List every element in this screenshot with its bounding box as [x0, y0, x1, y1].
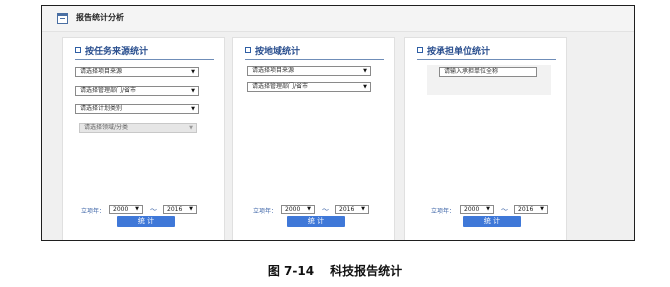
dropdown-arrow-icon: ▼ [363, 84, 367, 90]
calendar-icon [57, 13, 68, 24]
year-to-select[interactable]: 2016 ▼ [335, 205, 369, 214]
select-value: 2016 [167, 206, 183, 213]
year-label: 立项年： [253, 208, 278, 215]
dropdown-arrow-icon: ▼ [189, 206, 193, 212]
project-source-select[interactable]: 请选择项目来源 ▼ [75, 67, 199, 77]
dropdown-arrow-icon: ▼ [191, 69, 195, 75]
management-dept-select[interactable]: 请选择管理部门/省市 ▼ [75, 86, 199, 96]
dropdown-arrow-icon: ▼ [307, 206, 311, 212]
checkbox-square-icon [245, 47, 251, 53]
panel-by-region: 按地域统计 请选择项目来源 ▼ 请选择管理部门/省市 ▼ 立项年： 2000 ▼… [232, 37, 395, 240]
range-tilde: ～ [501, 206, 508, 214]
statistics-button[interactable]: 统 计 [287, 216, 345, 227]
dropdown-arrow-icon: ▼ [191, 88, 195, 94]
select-value: 请选择项目来源 [252, 67, 295, 74]
dropdown-arrow-icon: ▼ [191, 106, 195, 112]
select-value: 2000 [113, 206, 129, 213]
window-titlebar: 报告统计分析 [42, 6, 634, 32]
year-to-select[interactable]: 2016 ▼ [514, 205, 548, 214]
panel-by-task-source: 按任务来源统计 请选择项目来源 ▼ 请选择管理部门/省市 ▼ 请选择计划类别 ▼… [62, 37, 225, 240]
panel-by-undertaking-unit: 按承担单位统计 请输入承担单位全称 立项年： 2000 ▼ ～ 2016 ▼ 统… [404, 37, 567, 240]
figure-title: 科技报告统计 [330, 264, 403, 278]
year-label: 立项年： [81, 208, 106, 215]
domain-category-select[interactable]: 请选择领域/分类 ▼ [79, 123, 197, 133]
unit-name-input[interactable]: 请输入承担单位全称 [439, 67, 537, 77]
year-from-select[interactable]: 2000 ▼ [109, 205, 143, 214]
window-title: 报告统计分析 [76, 13, 124, 22]
select-value: 2016 [339, 206, 355, 213]
plan-category-select[interactable]: 请选择计划类别 ▼ [75, 104, 199, 114]
panel-title: 按承担单位统计 [427, 47, 491, 57]
dropdown-arrow-icon: ▼ [540, 206, 544, 212]
select-value: 2000 [285, 206, 301, 213]
select-value: 2016 [518, 206, 534, 213]
panel-header: 按承担单位统计 [417, 44, 556, 60]
checkbox-square-icon [75, 47, 81, 53]
select-value: 请选择项目来源 [80, 68, 123, 75]
figure-number: 图 7-14 [267, 264, 315, 278]
dropdown-arrow-icon: ▼ [363, 68, 367, 74]
year-from-select[interactable]: 2000 ▼ [281, 205, 315, 214]
dropdown-arrow-icon: ▼ [361, 206, 365, 212]
select-value: 2000 [464, 206, 480, 213]
year-label: 立项年： [431, 208, 456, 215]
input-placeholder: 请输入承担单位全称 [444, 68, 499, 75]
management-dept-select[interactable]: 请选择管理部门/省市 ▼ [247, 82, 371, 92]
panel-header: 按任务来源统计 [75, 44, 214, 60]
checkbox-square-icon [417, 47, 423, 53]
range-tilde: ～ [150, 206, 157, 214]
dropdown-arrow-icon: ▼ [135, 206, 139, 212]
dropdown-arrow-icon: ▼ [189, 125, 193, 131]
year-to-select[interactable]: 2016 ▼ [163, 205, 197, 214]
year-from-select[interactable]: 2000 ▼ [460, 205, 494, 214]
panel-title: 按地域统计 [255, 47, 301, 57]
select-value: 请选择计划类别 [80, 105, 123, 112]
statistics-button[interactable]: 统 计 [463, 216, 521, 227]
select-value: 请选择管理部门/省市 [80, 87, 137, 94]
panel-title: 按任务来源统计 [85, 47, 149, 57]
figure-caption: 图 7-14 科技报告统计 [0, 262, 670, 279]
project-source-select[interactable]: 请选择项目来源 ▼ [247, 66, 371, 76]
panel-header: 按地域统计 [245, 44, 384, 60]
select-value: 请选择领域/分类 [84, 124, 129, 131]
select-value: 请选择管理部门/省市 [252, 83, 309, 90]
dropdown-arrow-icon: ▼ [486, 206, 490, 212]
range-tilde: ～ [322, 206, 329, 214]
statistics-button[interactable]: 统 计 [117, 216, 175, 227]
report-statistics-window: 报告统计分析 按任务来源统计 请选择项目来源 ▼ 请选择管理部门/省市 ▼ 请选… [41, 5, 635, 241]
